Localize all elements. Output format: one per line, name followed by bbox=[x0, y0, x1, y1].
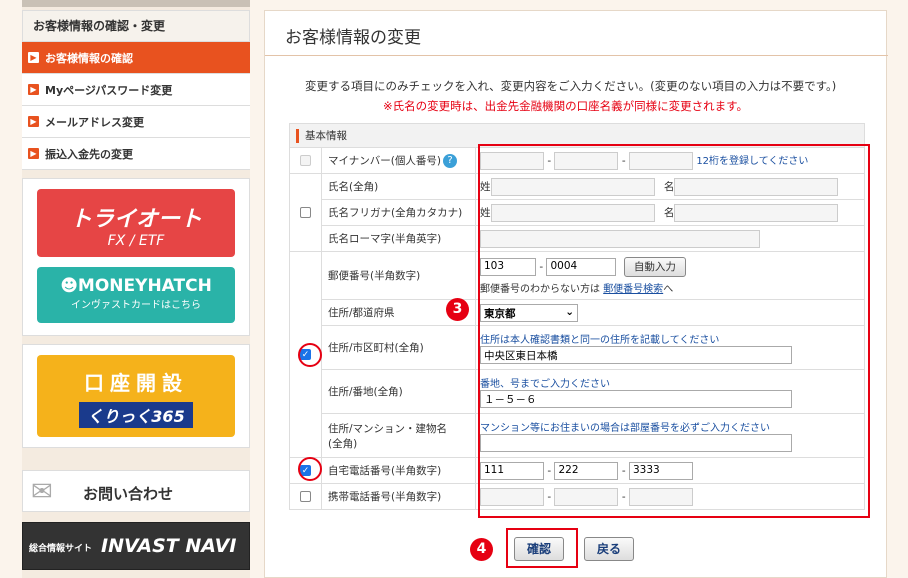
postal-label: 郵便番号(半角数字) bbox=[321, 251, 476, 300]
navi-prefix: 総合情報サイト bbox=[29, 544, 93, 554]
confirm-highlight-box bbox=[506, 528, 578, 568]
open-account-banner[interactable]: 口座開設 くりっく365 bbox=[37, 355, 235, 437]
hatch-face-icon: ☻ bbox=[60, 276, 78, 296]
contact-label: お問い合わせ bbox=[83, 485, 174, 503]
navi-title: INVAST NAVI bbox=[101, 535, 237, 557]
sidebar-item-label: Myページパスワード変更 bbox=[45, 83, 173, 97]
sidebar-item-email[interactable]: ▶ メールアドレス変更 bbox=[22, 106, 250, 138]
input-highlight-box bbox=[478, 144, 870, 518]
product-banners: トライオート FX / ETF ☻MONEYHATCH インヴァストカードはこち… bbox=[22, 178, 250, 336]
name-kana-label: 氏名フリガナ(全角カタカナ) bbox=[321, 199, 476, 226]
sidebar: お客様情報の確認・変更 ▶ お客様情報の確認 ▶ Myページパスワード変更 ▶ メール… bbox=[22, 0, 250, 578]
checkbox-highlight-circle bbox=[298, 343, 322, 367]
sidebar-item-bank-transfer[interactable]: ▶ 振込入金先の変更 bbox=[22, 138, 250, 170]
open-account-title: 口座開設 bbox=[84, 371, 188, 395]
page-title: お客様情報の変更 bbox=[285, 28, 421, 48]
sidebar-item-confirm-info[interactable]: ▶ お客様情報の確認 bbox=[22, 42, 250, 74]
checkbox-highlight-circle bbox=[298, 457, 322, 481]
building-label: 住所/マンション・建物名 bbox=[328, 422, 448, 435]
moneyhatch-subtitle: インヴァストカードはこちら bbox=[71, 300, 201, 311]
triauto-subtitle: FX / ETF bbox=[107, 233, 165, 249]
city-label: 住所/市区町村(全角) bbox=[321, 325, 476, 370]
sidebar-item-label: お客様情報の確認 bbox=[45, 51, 133, 65]
title-divider bbox=[265, 55, 888, 56]
kurikku365-logo: くりっく365 bbox=[79, 402, 193, 428]
help-icon[interactable]: ? bbox=[442, 154, 457, 168]
name-change-warning: ※氏名の変更時は、出金先金融機関の口座名義が同様に変更されます。 bbox=[383, 99, 748, 113]
section-header: 基本情報 bbox=[305, 130, 347, 142]
moneyhatch-banner[interactable]: ☻MONEYHATCH インヴァストカードはこちら bbox=[37, 267, 235, 323]
intro-text: 変更する項目にのみチェックを入れ、変更内容をご入力ください。(変更のない項目の入… bbox=[305, 79, 837, 93]
building-label-suffix: (全角) bbox=[328, 437, 358, 450]
back-button[interactable]: 戻る bbox=[584, 537, 634, 561]
block-label: 住所/番地(全角) bbox=[321, 369, 476, 414]
moneyhatch-title: ☻MONEYHATCH bbox=[37, 276, 235, 296]
mynumber-checkbox[interactable] bbox=[300, 155, 311, 166]
mail-icon: ✉ bbox=[31, 477, 53, 507]
home-tel-label: 自宅電話番号(半角数字) bbox=[321, 457, 476, 484]
arrow-right-icon: ▶ bbox=[28, 148, 39, 159]
mobile-tel-label: 携帯電話番号(半角数字) bbox=[321, 483, 476, 510]
contact-banner[interactable]: ✉ お問い合わせ bbox=[22, 470, 250, 512]
step-4-badge: 4 bbox=[470, 538, 493, 561]
moneyhatch-title-text: MONEYHATCH bbox=[77, 276, 212, 296]
open-account-box: 口座開設 くりっく365 bbox=[22, 344, 250, 448]
sidebar-item-label: メールアドレス変更 bbox=[45, 115, 144, 129]
sidebar-item-password[interactable]: ▶ Myページパスワード変更 bbox=[22, 74, 250, 106]
sidebar-title: お客様情報の確認・変更 bbox=[22, 10, 250, 42]
step-3-badge: 3 bbox=[446, 298, 469, 321]
name-label: 氏名(全角) bbox=[321, 173, 476, 200]
name-roman-label: 氏名ローマ字(半角英字) bbox=[321, 225, 476, 252]
invast-navi-banner[interactable]: 総合情報サイト INVAST NAVI bbox=[22, 522, 250, 570]
sidebar-top-strip bbox=[22, 0, 250, 7]
triauto-banner[interactable]: トライオート FX / ETF bbox=[37, 189, 235, 257]
mobile-tel-checkbox[interactable] bbox=[300, 491, 311, 502]
arrow-right-icon: ▶ bbox=[28, 52, 39, 63]
mynumber-label: マイナンバー(個人番号) bbox=[328, 155, 441, 167]
triauto-title: トライオート bbox=[69, 207, 202, 232]
arrow-right-icon: ▶ bbox=[28, 116, 39, 127]
name-checkbox[interactable] bbox=[300, 207, 311, 218]
header-accent-bar bbox=[296, 129, 299, 143]
sidebar-item-label: 振込入金先の変更 bbox=[45, 147, 133, 161]
arrow-right-icon: ▶ bbox=[28, 84, 39, 95]
